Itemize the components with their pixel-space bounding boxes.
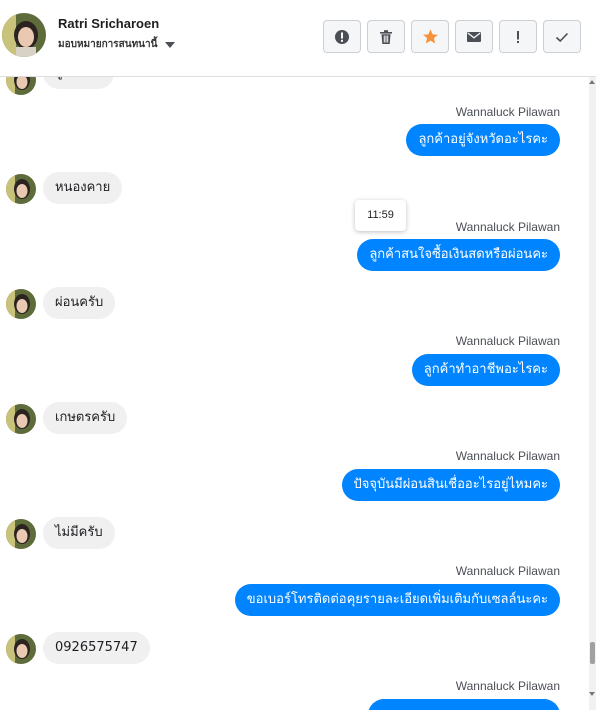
- delete-button[interactable]: [367, 20, 405, 53]
- star-icon: [422, 29, 438, 44]
- assign-label: มอบหมายการสนทนานี้: [58, 39, 158, 50]
- assign-conversation-dropdown[interactable]: มอบหมายการสนทนานี้: [58, 37, 176, 52]
- sender-name: Wannaluck Pilawan: [455, 334, 560, 348]
- sender-name: Wannaluck Pilawan: [455, 220, 560, 234]
- scroll-up-arrow-icon[interactable]: [589, 80, 595, 84]
- envelope-icon: [467, 31, 481, 42]
- incoming-message[interactable]: ผู้ใช้ครับ: [43, 77, 114, 89]
- incoming-message[interactable]: ไม่มีครับ: [43, 517, 115, 549]
- incoming-message[interactable]: ผ่อนครับ: [43, 287, 116, 319]
- contact-avatar-small: [6, 77, 36, 95]
- conversation-toolbar: [323, 20, 581, 53]
- sender-name: Wannaluck Pilawan: [455, 449, 560, 463]
- mark-spam-button[interactable]: [323, 20, 361, 53]
- contact-avatar-small: [6, 174, 36, 204]
- contact-avatar-small: [6, 404, 36, 434]
- outgoing-message[interactable]: ปัจจุบันมีผ่อนสินเชื่ออะไรอยู่ไหมคะ: [341, 469, 560, 501]
- scrollbar-track[interactable]: [589, 77, 596, 710]
- follow-up-button[interactable]: [499, 20, 537, 53]
- contact-avatar-small: [6, 519, 36, 549]
- incoming-message[interactable]: 0926575747: [43, 632, 150, 664]
- sender-name: Wannaluck Pilawan: [455, 105, 560, 119]
- outgoing-message[interactable]: ลูกค้าสนใจซื้อเงินสดหรือผ่อนคะ: [357, 239, 560, 271]
- outgoing-message[interactable]: ขอเบอร์โทรติดต่อคุยรายละเอียดเพิ่มเติมกั…: [234, 584, 560, 616]
- sender-name: Wannaluck Pilawan: [455, 564, 560, 578]
- incoming-message[interactable]: เกษตรครับ: [43, 402, 128, 434]
- alert-circle-icon: [335, 29, 349, 44]
- mark-unread-button[interactable]: [455, 20, 493, 53]
- incoming-message[interactable]: หนองคาย: [43, 172, 123, 204]
- conversation-header: Ratri Sricharoen มอบหมายการสนทนานี้: [0, 0, 596, 77]
- star-button[interactable]: [411, 20, 449, 53]
- contact-name[interactable]: Ratri Sricharoen: [58, 16, 159, 31]
- outgoing-message[interactable]: ลูกค้าทำอาชีพอะไรคะ: [411, 354, 560, 386]
- message-thread[interactable]: ผู้ใช้ครับ Wannaluck Pilawan ลูกค้าอยู่จ…: [0, 77, 589, 710]
- exclamation-icon: [517, 30, 519, 43]
- outgoing-message[interactable]: [368, 699, 560, 710]
- sender-name: Wannaluck Pilawan: [455, 679, 560, 693]
- scrollbar-thumb[interactable]: [590, 642, 595, 664]
- mark-done-button[interactable]: [543, 20, 581, 53]
- contact-avatar[interactable]: [2, 13, 46, 57]
- caret-down-icon: [165, 41, 176, 48]
- contact-avatar-small: [6, 634, 36, 664]
- trash-icon: [380, 29, 392, 44]
- outgoing-message[interactable]: ลูกค้าอยู่จังหวัดอะไรคะ: [406, 124, 560, 156]
- scroll-down-arrow-icon[interactable]: [589, 692, 595, 696]
- checkmark-icon: [555, 32, 569, 42]
- contact-avatar-small: [6, 289, 36, 319]
- timestamp-tooltip: 11:59: [355, 200, 406, 231]
